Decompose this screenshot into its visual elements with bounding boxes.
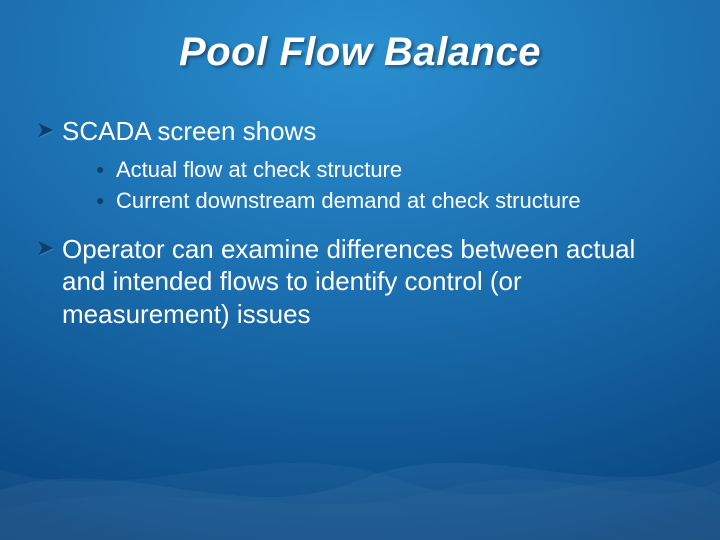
bullet-text: Operator can examine differences between… <box>62 233 670 331</box>
bullet-dot-icon: ● <box>96 187 116 213</box>
bullet-level2: ● Current downstream demand at check str… <box>96 187 670 215</box>
bullet-level2: ● Actual flow at check structure <box>96 156 670 184</box>
bullet-text: Current downstream demand at check struc… <box>116 187 670 215</box>
chevron-right-icon: ➤ <box>36 233 58 263</box>
wave-decoration <box>0 400 720 540</box>
bullet-level1: ➤ SCADA screen shows <box>36 115 670 148</box>
bullet-dot-icon: ● <box>96 156 116 182</box>
sub-bullet-group: ● Actual flow at check structure ● Curre… <box>96 156 670 215</box>
chevron-right-icon: ➤ <box>36 115 58 145</box>
bullet-text: Actual flow at check structure <box>116 156 670 184</box>
bullet-level1: ➤ Operator can examine differences betwe… <box>36 233 670 331</box>
slide-title: Pool Flow Balance <box>0 30 720 75</box>
bullet-text: SCADA screen shows <box>62 115 670 148</box>
slide: Pool Flow Balance ➤ SCADA screen shows ●… <box>0 0 720 540</box>
slide-body: ➤ SCADA screen shows ● Actual flow at ch… <box>36 115 670 338</box>
